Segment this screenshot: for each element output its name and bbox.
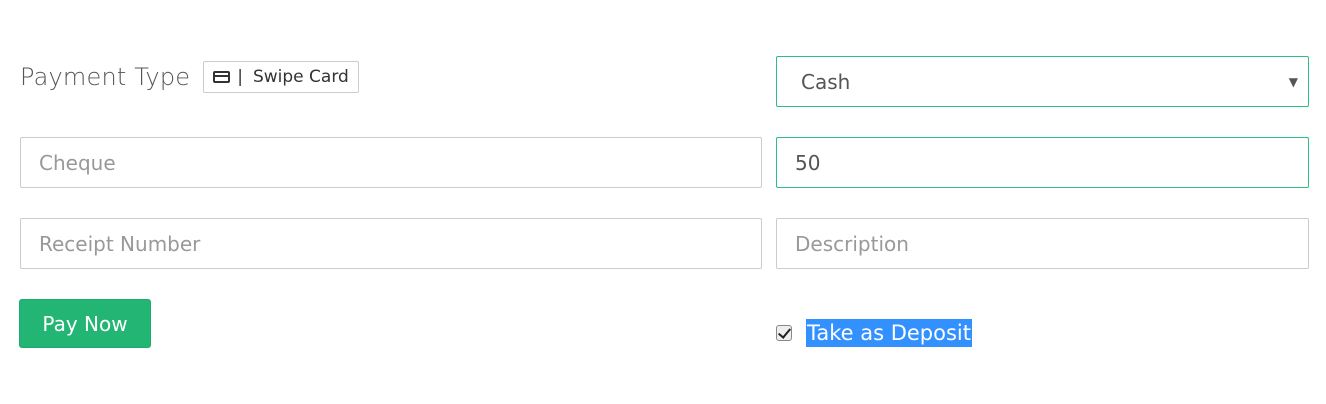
amount-input[interactable] [776, 137, 1309, 188]
payment-method-select[interactable]: Cash ▼ [776, 56, 1309, 107]
payment-type-header: Payment Type | Swipe Card [20, 60, 359, 94]
swipe-card-label: Swipe Card [252, 67, 349, 87]
swipe-card-button[interactable]: | Swipe Card [203, 61, 359, 93]
pay-now-button[interactable]: Pay Now [19, 299, 151, 348]
cheque-input[interactable] [20, 137, 762, 188]
deposit-label[interactable]: Take as Deposit [806, 319, 972, 347]
button-separator: | [237, 67, 243, 87]
description-input[interactable] [776, 218, 1309, 269]
payment-method-value: Cash [801, 69, 851, 94]
deposit-checkbox[interactable] [776, 325, 792, 341]
receipt-number-input[interactable] [20, 218, 762, 269]
caret-down-icon: ▼ [1288, 75, 1298, 89]
payment-type-title: Payment Type [20, 63, 191, 91]
payment-form: Payment Type | Swipe Card Cash ▼ Pay Now… [0, 0, 1326, 404]
credit-card-icon [213, 71, 231, 83]
deposit-option: Take as Deposit [776, 319, 972, 347]
